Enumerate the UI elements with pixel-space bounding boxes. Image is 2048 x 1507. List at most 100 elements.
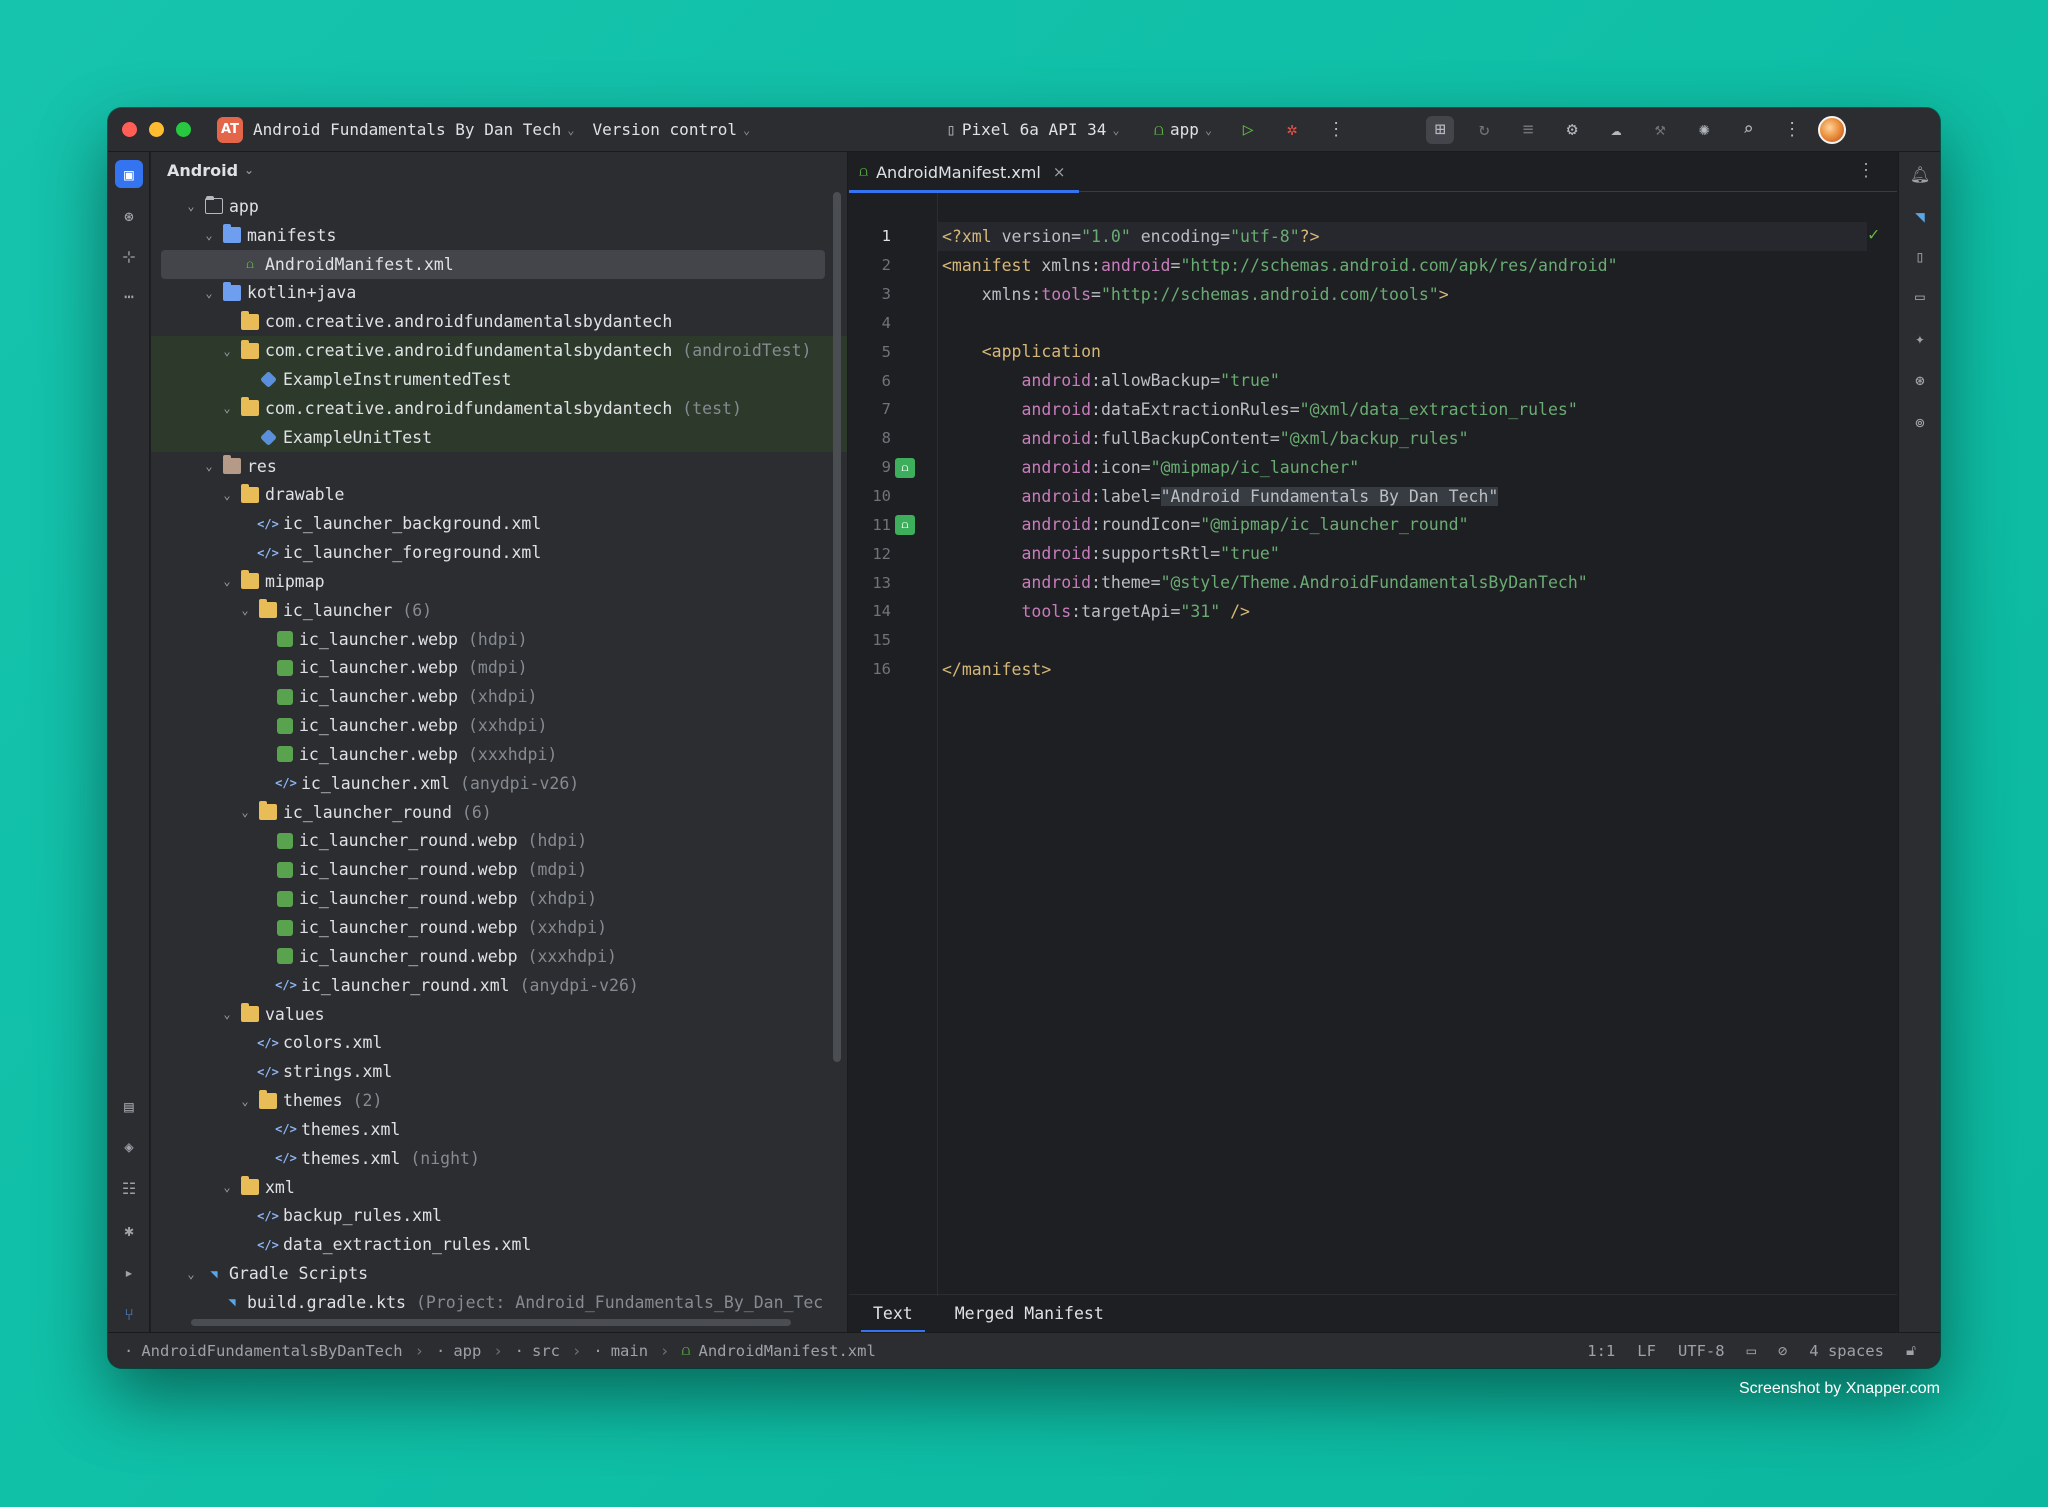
tree-item[interactable]: com.creative.androidfundamentalsbydantec… bbox=[151, 307, 847, 336]
tree-item[interactable]: ic_launcher.webp (mdpi) bbox=[151, 654, 847, 683]
code-line[interactable]: android:allowBackup= "true" bbox=[938, 366, 1867, 395]
project-view-selector[interactable]: Android ⌄ bbox=[151, 152, 847, 188]
code-area[interactable]: <?xml version= "1.0" encoding= "utf-8" ?> <m… bbox=[938, 222, 1867, 684]
line-ending[interactable]: LF bbox=[1637, 1342, 1656, 1360]
git-icon[interactable]: ⑂ bbox=[115, 1300, 143, 1328]
chevron-down-icon[interactable]: ⌄ bbox=[201, 286, 217, 300]
attach-debugger-icon[interactable]: ⚙ bbox=[1558, 116, 1586, 144]
tree-item[interactable]: </> ic_launcher_background.xml bbox=[151, 509, 847, 538]
code-line[interactable]: </manifest> bbox=[938, 655, 1867, 684]
tree-horizontal-scrollbar[interactable] bbox=[191, 1319, 791, 1326]
lock-icon[interactable]: 🔓︎ bbox=[1906, 1341, 1916, 1360]
code-line[interactable] bbox=[938, 309, 1867, 338]
tree-item[interactable]: </> themes.xml (night) bbox=[151, 1144, 847, 1173]
line-number[interactable]: 11 ⩍ bbox=[849, 510, 937, 539]
minimize-window-button[interactable] bbox=[149, 122, 164, 137]
device-selector[interactable]: ▯ Pixel 6a API 34 ⌄ bbox=[946, 120, 1119, 139]
gradle-icon[interactable]: ◥ bbox=[1906, 202, 1934, 230]
notifications-icon[interactable]: 🔔︎ bbox=[1906, 160, 1934, 188]
tree-item[interactable]: ⌄ ◥ Gradle Scripts bbox=[151, 1259, 847, 1288]
line-number[interactable]: 12 bbox=[849, 539, 937, 568]
tree-item[interactable]: ic_launcher.webp (xhdpi) bbox=[151, 682, 847, 711]
tree-item[interactable]: ⌄ kotlin+java bbox=[151, 279, 847, 308]
breadcrumb-item[interactable]: src bbox=[532, 1342, 560, 1360]
tab-merged-manifest[interactable]: Merged Manifest bbox=[943, 1295, 1116, 1333]
device-explorer-icon[interactable]: ▭ bbox=[1906, 282, 1934, 310]
chevron-down-icon[interactable]: ⌄ bbox=[219, 401, 235, 415]
line-number[interactable]: 10 bbox=[849, 482, 937, 511]
caret-position[interactable]: 1:1 bbox=[1587, 1342, 1615, 1360]
gemini-sparkle-icon[interactable]: ✦ bbox=[1906, 324, 1934, 352]
tree-item[interactable]: ⌄ themes (2) bbox=[151, 1086, 847, 1115]
code-line[interactable]: tools:targetApi= "31" /> bbox=[938, 597, 1867, 626]
line-number[interactable]: 14 bbox=[849, 597, 937, 626]
run-config-selector[interactable]: ⩍ app ⌄ bbox=[1154, 120, 1213, 140]
project-tool-icon[interactable]: ▣ bbox=[115, 160, 143, 188]
tree-item[interactable]: ⌄ ic_launcher (6) bbox=[151, 596, 847, 625]
tree-item[interactable]: </> colors.xml bbox=[151, 1028, 847, 1057]
breadcrumb-item[interactable]: main bbox=[611, 1342, 648, 1360]
tree-item[interactable]: ⌄ app bbox=[151, 192, 847, 221]
tree-item[interactable]: ◥ build.gradle.kts (Project: Android_Funda… bbox=[151, 1288, 847, 1317]
line-number[interactable]: 3 bbox=[849, 280, 937, 309]
gemini-icon[interactable]: ✺ bbox=[1690, 116, 1718, 144]
tree-item[interactable]: </> themes.xml bbox=[151, 1115, 847, 1144]
chevron-down-icon[interactable]: ⌄ bbox=[183, 199, 199, 213]
tree-item[interactable]: ⌄ com.creative.androidfundamentalsbydante… bbox=[151, 393, 847, 423]
device-manager-icon[interactable]: ☁ bbox=[1602, 116, 1630, 144]
code-line[interactable]: <?xml version= "1.0" encoding= "utf-8" ?> bbox=[938, 222, 1867, 251]
code-line[interactable]: xmlns: tools = "http://schemas.android.com/… bbox=[938, 280, 1867, 309]
line-number[interactable]: 1 bbox=[849, 222, 937, 251]
line-number[interactable]: 2 bbox=[849, 251, 937, 280]
tree-item[interactable]: ⌄ res bbox=[151, 452, 847, 481]
apply-code-changes-icon[interactable]: ≡ bbox=[1514, 116, 1542, 144]
tree-item[interactable]: ic_launcher_round.webp (hdpi) bbox=[151, 827, 847, 856]
tree-item[interactable]: ExampleInstrumentedTest bbox=[151, 365, 847, 394]
settings-menu-icon[interactable]: ⋮ bbox=[1778, 116, 1806, 144]
chevron-down-icon[interactable]: ⌄ bbox=[201, 459, 217, 473]
chevron-down-icon[interactable]: ⌄ bbox=[183, 1267, 199, 1281]
running-devices-icon[interactable]: ⊚ bbox=[1906, 408, 1934, 436]
device-mirroring-icon[interactable]: ▯ bbox=[1906, 242, 1934, 270]
more-actions-icon[interactable]: ⋮ bbox=[1322, 116, 1350, 144]
tab-options-icon[interactable]: ⋮ bbox=[1857, 160, 1875, 181]
chevron-down-icon[interactable]: ⌄ bbox=[219, 574, 235, 588]
project-badge[interactable]: AT bbox=[217, 116, 243, 143]
code-line[interactable]: android:roundIcon= "@mipmap/ic_launcher_r… bbox=[938, 510, 1867, 539]
emulator-icon[interactable]: ⊛ bbox=[1906, 366, 1934, 394]
terminal-icon[interactable]: ▸ bbox=[115, 1258, 143, 1286]
chevron-down-icon[interactable]: ⌄ bbox=[219, 488, 235, 502]
no-problems-check-icon[interactable]: ✓ bbox=[1868, 224, 1879, 245]
resource-manager-icon[interactable]: ⊛ bbox=[115, 202, 143, 230]
tree-item[interactable]: ic_launcher_round.webp (xxxhdpi) bbox=[151, 942, 847, 971]
project-selector[interactable]: Android Fundamentals By Dan Tech ⌄ bbox=[253, 120, 574, 139]
chevron-down-icon[interactable]: ⌄ bbox=[219, 344, 235, 358]
inspections-icon[interactable]: ⊘ bbox=[1778, 1342, 1787, 1360]
chevron-down-icon[interactable]: ⌄ bbox=[237, 1094, 253, 1108]
code-line[interactable]: android:theme= "@style/Theme.AndroidFunda… bbox=[938, 568, 1867, 597]
search-icon[interactable]: ⌕ bbox=[1734, 116, 1762, 144]
breadcrumb-item[interactable]: AndroidManifest.xml bbox=[698, 1342, 875, 1360]
code-line[interactable]: <application bbox=[938, 337, 1867, 366]
code-line[interactable] bbox=[938, 626, 1867, 655]
tree-item[interactable]: ⌄ mipmap bbox=[151, 567, 847, 596]
tab-text[interactable]: Text bbox=[861, 1295, 925, 1333]
chevron-down-icon[interactable]: ⌄ bbox=[237, 805, 253, 819]
code-line[interactable]: <manifest xmlns: android = "http://schemas.… bbox=[938, 251, 1867, 280]
line-number[interactable]: 13 bbox=[849, 568, 937, 597]
vcs-selector[interactable]: Version control ⌄ bbox=[592, 120, 750, 139]
tree-item[interactable]: </> data_extraction_rules.xml bbox=[151, 1230, 847, 1259]
logcat-icon[interactable]: ☷ bbox=[115, 1174, 143, 1202]
line-number[interactable]: 6 bbox=[849, 366, 937, 395]
tree-item[interactable]: ic_launcher.webp (xxhdpi) bbox=[151, 711, 847, 740]
apply-changes-icon[interactable]: ↻ bbox=[1470, 116, 1498, 144]
build-variants-icon[interactable]: ◈ bbox=[115, 1132, 143, 1160]
tab-androidmanifest[interactable]: ⩍ AndroidManifest.xml × bbox=[849, 152, 1080, 193]
tree-vertical-scrollbar[interactable] bbox=[833, 192, 841, 1062]
line-number[interactable]: 4 bbox=[849, 309, 937, 338]
tree-item[interactable]: </> ic_launcher_foreground.xml bbox=[151, 538, 847, 567]
tree-item[interactable]: ic_launcher_round.webp (xxhdpi) bbox=[151, 913, 847, 942]
tree-item[interactable]: ic_launcher.webp (hdpi) bbox=[151, 625, 847, 654]
code-line[interactable]: android:fullBackupContent= "@xml/backup_r… bbox=[938, 424, 1867, 453]
chevron-down-icon[interactable]: ⌄ bbox=[201, 228, 217, 242]
